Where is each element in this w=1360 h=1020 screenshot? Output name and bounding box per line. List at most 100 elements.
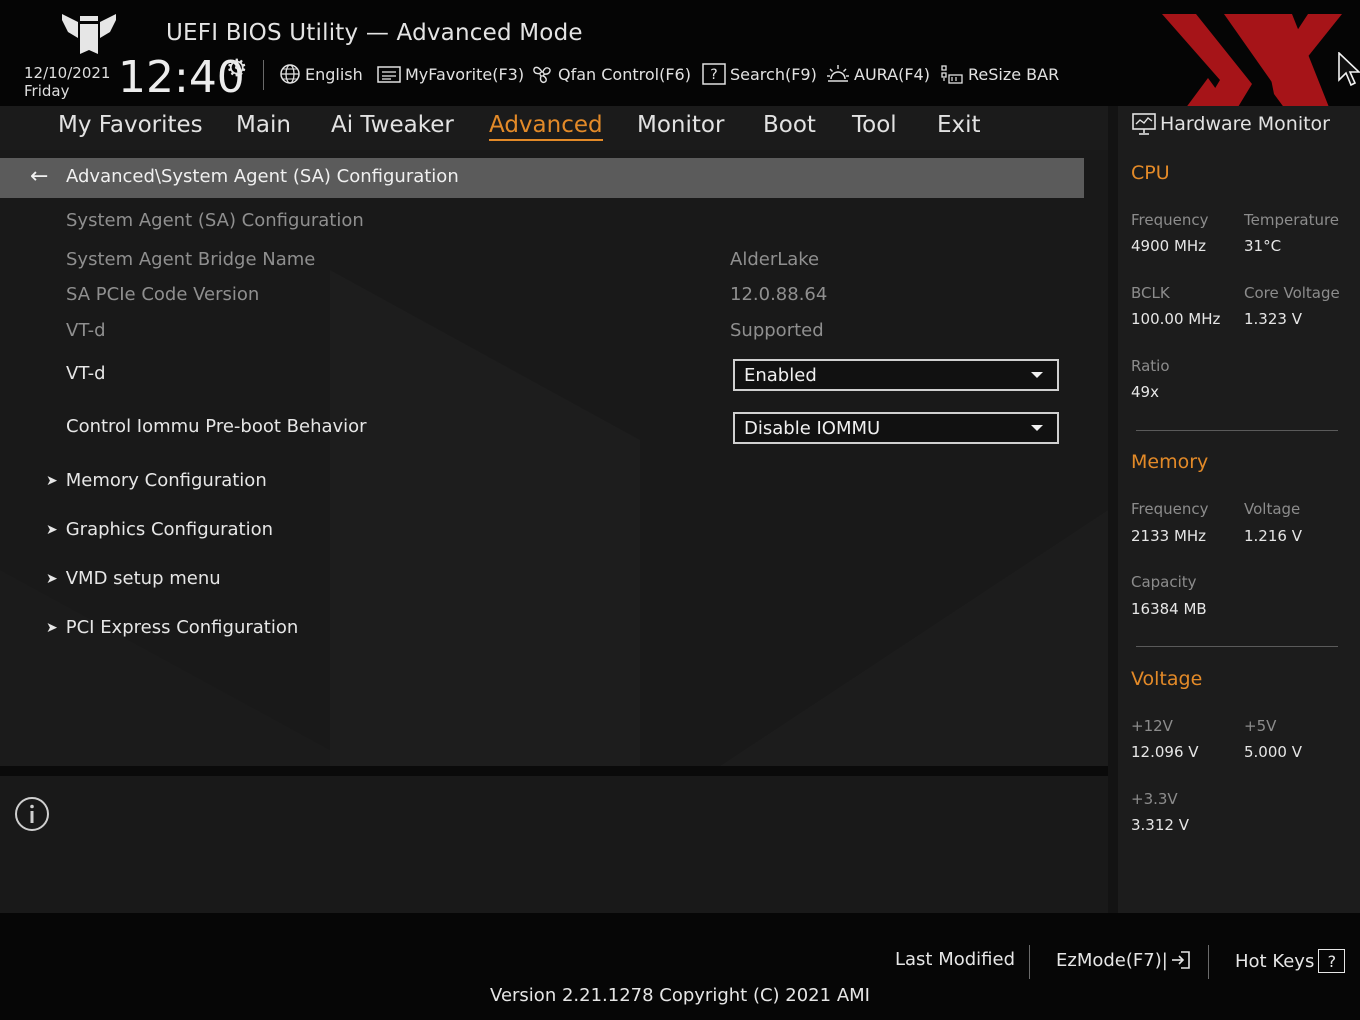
section-title: System Agent (SA) Configuration (66, 210, 364, 231)
bridge-name-label: System Agent Bridge Name (66, 249, 316, 270)
globe-icon (280, 64, 300, 84)
app-title: UEFI BIOS Utility — Advanced Mode (166, 20, 583, 46)
resize-bar-button[interactable]: ReSize BAR (940, 62, 1059, 86)
myfavorite-label: MyFavorite(F3) (405, 64, 525, 84)
resize-bar-icon (941, 65, 963, 84)
background-pattern (0, 270, 1108, 766)
vtd-setting-label: VT-d (66, 363, 106, 384)
breadcrumb-bar: ← Advanced\System Agent (SA) Configurati… (0, 158, 1084, 198)
submenu-label: PCI Express Configuration (65, 617, 299, 638)
voltage-12v-value: 12.096 V (1131, 743, 1199, 761)
hardware-monitor-title: Hardware Monitor (1160, 113, 1330, 135)
memory-frequency-value: 2133 MHz (1131, 527, 1207, 545)
cpu-bclk-label: BCLK (1131, 284, 1170, 302)
aura-light-icon (827, 65, 849, 82)
qfan-control-label: Qfan Control(F6) (558, 64, 691, 84)
date-text: 12/10/2021 (24, 64, 111, 82)
favorite-list-icon (377, 66, 401, 83)
footer-bar: Last Modified EzMode(F7)| Hot Keys ? Ver… (0, 913, 1360, 1020)
iommu-preboot-label: Control Iommu Pre-boot Behavior (66, 416, 367, 437)
resize-bar-label: ReSize BAR (968, 64, 1060, 84)
voltage-12v-label: +12V (1131, 717, 1173, 735)
submenu-memory-configuration[interactable]: ➤ Memory Configuration (46, 470, 267, 491)
footer-divider (1208, 945, 1209, 979)
mouse-cursor-icon (1338, 52, 1360, 87)
tab-advanced-label: Advanced (489, 112, 603, 138)
iommu-preboot-select-value: Disable IOMMU (744, 417, 881, 439)
tab-main[interactable]: Main (236, 112, 291, 138)
cpu-frequency-label: Frequency (1131, 211, 1209, 229)
svg-text:?: ? (710, 67, 717, 83)
cpu-core-voltage-label: Core Voltage (1244, 284, 1340, 302)
search-button[interactable]: ? Search(F9) (702, 62, 817, 86)
submenu-pci-express-configuration[interactable]: ➤ PCI Express Configuration (46, 617, 298, 638)
header-divider (263, 60, 264, 90)
memory-capacity-label: Capacity (1131, 573, 1197, 591)
active-tab-underline (489, 139, 603, 141)
memory-capacity-value: 16384 MB (1131, 600, 1207, 618)
cpu-ratio-value: 49x (1131, 383, 1159, 401)
submenu-vmd-setup[interactable]: ➤ VMD setup menu (46, 568, 221, 589)
submenu-label: Graphics Configuration (65, 519, 274, 540)
submenu-graphics-configuration[interactable]: ➤ Graphics Configuration (46, 519, 273, 540)
version-text: Version 2.21.1278 Copyright (C) 2021 AMI (490, 985, 870, 1006)
tab-tool[interactable]: Tool (852, 112, 897, 138)
chevron-right-icon: ➤ (46, 521, 58, 538)
myfavorite-button[interactable]: MyFavorite(F3) (377, 62, 524, 86)
chevron-down-icon (1031, 425, 1043, 431)
iommu-preboot-select[interactable]: Disable IOMMU (733, 412, 1059, 444)
memory-frequency-label: Frequency (1131, 500, 1209, 518)
weekday-text: Friday (24, 82, 70, 100)
ezmode-button[interactable]: EzMode(F7)| (1056, 949, 1192, 971)
hardware-monitor-header: Hardware Monitor (1132, 112, 1330, 136)
clock-settings-gear-icon[interactable]: ⚙ (226, 54, 248, 82)
section-divider (1136, 646, 1338, 647)
pcie-code-version-label: SA PCIe Code Version (66, 284, 260, 305)
settings-panel: ← Advanced\System Agent (SA) Configurati… (0, 150, 1108, 766)
last-modified-button[interactable]: Last Modified (895, 949, 1015, 970)
voltage-5v-value: 5.000 V (1244, 743, 1302, 761)
footer-divider (1029, 945, 1030, 979)
cpu-bclk-value: 100.00 MHz (1131, 310, 1221, 328)
aura-button[interactable]: AURA(F4) (826, 62, 930, 86)
tab-boot[interactable]: Boot (763, 112, 816, 138)
voltage-3v3-value: 3.312 V (1131, 816, 1189, 834)
cpu-temperature-value: 31°C (1244, 237, 1282, 255)
tab-ai-tweaker[interactable]: Ai Tweaker (331, 112, 454, 138)
info-divider (0, 766, 1108, 776)
cpu-ratio-label: Ratio (1131, 357, 1170, 375)
pcie-code-version-value: 12.0.88.64 (730, 284, 828, 305)
tuf-logo (62, 14, 116, 54)
fan-icon (533, 66, 551, 84)
submenu-label: Memory Configuration (65, 470, 267, 491)
memory-voltage-value: 1.216 V (1244, 527, 1302, 545)
vtd-select[interactable]: Enabled (733, 359, 1059, 391)
memory-heading: Memory (1131, 451, 1209, 473)
search-label: Search(F9) (730, 64, 817, 84)
submenu-label: VMD setup menu (65, 568, 221, 589)
tab-my-favorites[interactable]: My Favorites (58, 112, 203, 138)
exit-arrow-icon (1171, 951, 1190, 969)
info-icon (15, 797, 49, 831)
chevron-right-icon: ➤ (46, 472, 58, 489)
main-nav-tabs: My Favorites Main Ai Tweaker Advanced Mo… (0, 106, 1108, 150)
search-help-icon: ? (702, 63, 726, 85)
help-info-panel (0, 776, 1108, 913)
vtd-select-value: Enabled (744, 364, 817, 386)
voltage-5v-label: +5V (1244, 717, 1277, 735)
ezmode-label: EzMode(F7)| (1056, 949, 1168, 971)
tab-advanced[interactable]: Advanced (489, 112, 603, 141)
tab-exit[interactable]: Exit (937, 112, 981, 138)
voltage-heading: Voltage (1131, 668, 1203, 690)
back-arrow-icon[interactable]: ← (30, 164, 48, 189)
language-button[interactable]: English (279, 62, 363, 86)
aura-label: AURA(F4) (854, 64, 930, 84)
tab-monitor[interactable]: Monitor (637, 112, 724, 138)
hot-keys-button[interactable]: Hot Keys ? (1235, 949, 1346, 973)
chevron-down-icon (1031, 372, 1043, 378)
header-bar: UEFI BIOS Utility — Advanced Mode 12/10/… (0, 0, 1360, 140)
bridge-name-value: AlderLake (730, 249, 820, 270)
cpu-core-voltage-value: 1.323 V (1244, 310, 1302, 328)
qfan-control-button[interactable]: Qfan Control(F6) (530, 62, 691, 86)
memory-voltage-label: Voltage (1244, 500, 1301, 518)
